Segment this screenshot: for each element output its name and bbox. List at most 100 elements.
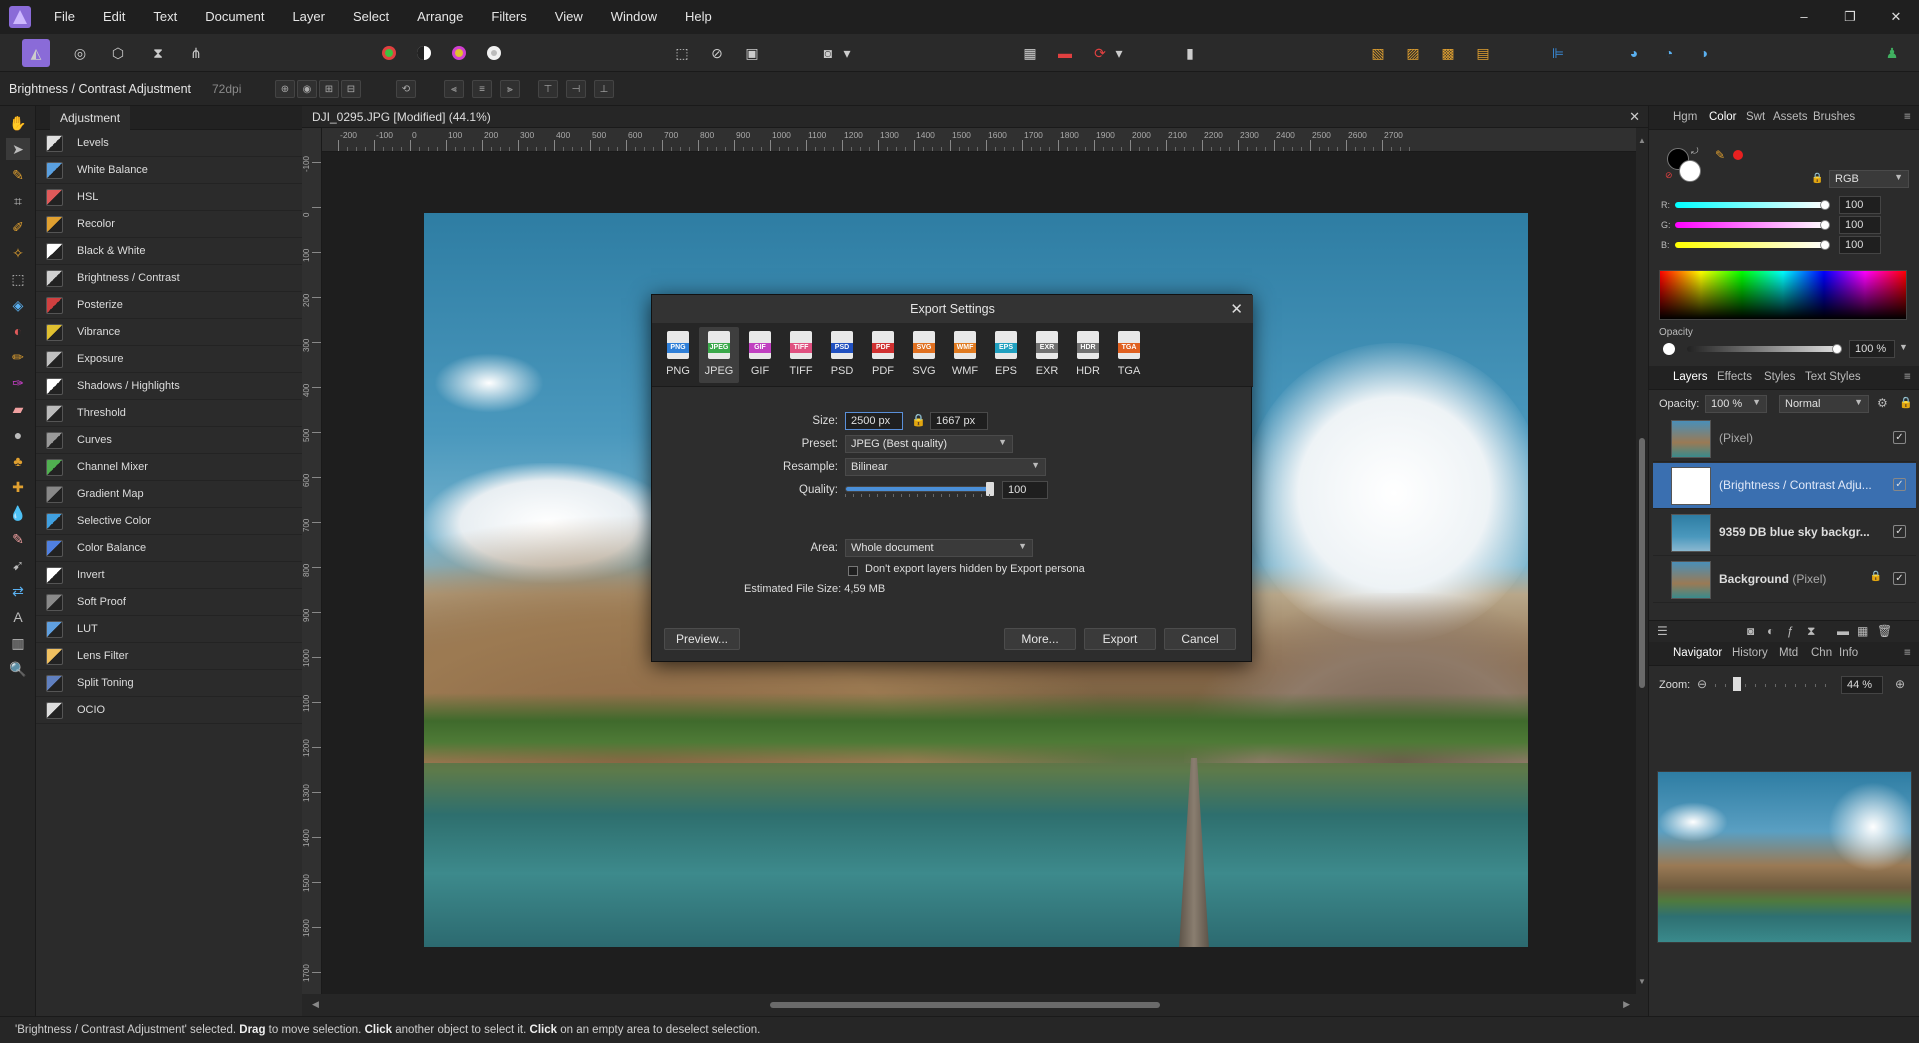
adjustment-item-selective-color[interactable]: Selective Color [36,508,302,535]
layer-lock-icon[interactable]: 🔒 [1870,571,1882,582]
paint-brush-tool-icon[interactable]: ✏ [6,346,30,368]
menu-filters[interactable]: Filters [477,0,540,34]
menu-layer[interactable]: Layer [278,0,339,34]
adjustment-item-vibrance[interactable]: Vibrance [36,319,302,346]
boolean-intersect-icon[interactable]: ◑ [1692,41,1716,65]
move-tool-icon[interactable]: ➤ [6,138,30,160]
cancel-button[interactable]: Cancel [1164,628,1236,650]
scroll-right-icon[interactable]: ▶ [1623,999,1630,1010]
blend-mode-dropdown[interactable]: Normal ▼ [1779,395,1869,413]
adjustment-item-levels[interactable]: Levels [36,130,302,157]
channel-slider-handle[interactable] [1820,200,1830,210]
shape-tool-icon[interactable]: ▥ [6,632,30,654]
tab-color[interactable]: Color [1709,111,1736,123]
layer-row[interactable]: (Pixel) ✓ [1653,416,1916,462]
horizontal-scroll-thumb[interactable] [770,1002,1160,1008]
flood-fill-tool-icon[interactable]: ◈ [6,294,30,316]
marquee-tool-icon[interactable]: ⬚ [6,268,30,290]
adjustment-item-hsl[interactable]: HSL [36,184,302,211]
pen-tool-icon[interactable]: ➹ [6,554,30,576]
liquify-persona-icon[interactable]: ◎ [68,41,92,65]
quick-mask-dropdown-icon[interactable]: ▾ [840,41,854,65]
preview-button[interactable]: Preview... [664,628,740,650]
tab-channels[interactable]: Chn [1811,647,1832,659]
align-top-icon[interactable]: ⊤ [538,80,558,98]
assistant-icon[interactable]: ▬ [1053,41,1077,65]
flood-select-tool-icon[interactable]: ✧ [6,242,30,264]
format-wmf[interactable]: WMF WMF [945,327,985,383]
layer-visibility-checkbox[interactable]: ✓ [1893,572,1906,585]
align-icon[interactable]: ⊫ [1546,41,1570,65]
erase-brush-tool-icon[interactable]: ▰ [6,398,30,420]
boolean-add-icon[interactable]: ◕ [1622,41,1646,65]
align-middle-icon[interactable]: ⊣ [566,80,586,98]
layer-settings-icon[interactable]: ⚙ [1877,396,1888,410]
swap-colors-icon[interactable]: ⤾ [1691,146,1699,157]
width-field[interactable]: 2500 px [845,412,903,430]
blur-brush-tool-icon[interactable]: 💧 [6,502,30,524]
photo-persona-icon[interactable]: ◭ [22,39,50,67]
gradient-tool-icon[interactable]: ◐ [6,320,30,342]
resample-dropdown[interactable]: Bilinear ▼ [845,458,1046,476]
scroll-down-icon[interactable]: ▼ [1638,977,1646,986]
show-bounds-icon[interactable]: ◉ [297,80,317,98]
format-eps[interactable]: EPS EPS [986,327,1026,383]
align-bottom-icon[interactable]: ⊥ [594,80,614,98]
format-tga[interactable]: TGA TGA [1109,327,1149,383]
vertical-ruler[interactable]: -100 0 100 200 300 400 500 600 700 800 900 1000 1100… [302,128,322,994]
tab-layers[interactable]: Layers [1673,371,1708,383]
menu-text[interactable]: Text [139,0,191,34]
dialog-close-icon[interactable]: ✕ [1230,300,1243,318]
align-left-icon[interactable]: ⫷ [444,80,464,98]
dodge-tool-icon[interactable]: ● [6,424,30,446]
menu-help[interactable]: Help [671,0,726,34]
navigator-thumbnail[interactable] [1657,771,1912,943]
channel-slider-handle[interactable] [1820,240,1830,250]
adjustment-layer-icon[interactable]: ◐ [1767,624,1774,638]
panel-menu-icon[interactable]: ≡ [1904,371,1911,383]
tab-adjustment[interactable]: Adjustment [50,106,131,130]
menu-arrange[interactable]: Arrange [403,0,477,34]
more-button[interactable]: More... [1004,628,1076,650]
adjustment-item-split-toning[interactable]: Split Toning [36,670,302,697]
live-filter-icon[interactable]: ⧗ [1807,624,1815,639]
auto-white-balance-icon[interactable] [482,41,506,65]
menu-select[interactable]: Select [339,0,403,34]
format-pdf[interactable]: PDF PDF [863,327,903,383]
arrange-backward-icon[interactable]: ▨ [1401,41,1425,65]
adjustment-item-curves[interactable]: Curves [36,427,302,454]
rotate-icon[interactable]: ⟲ [396,80,416,98]
vertical-scrollbar[interactable]: ▲ ▼ [1636,128,1648,994]
menu-file[interactable]: File [40,0,89,34]
format-exr[interactable]: EXR EXR [1027,327,1067,383]
layer-visibility-checkbox[interactable]: ✓ [1893,525,1906,538]
deselect-icon[interactable]: ⊘ [705,41,729,65]
tab-navigator[interactable]: Navigator [1673,647,1722,659]
layer-row[interactable]: (Brightness / Contrast Adju... ✓ [1653,463,1916,509]
marquee-selection-icon[interactable]: ⬚ [670,41,694,65]
menu-window[interactable]: Window [597,0,671,34]
adjustment-item-ocio[interactable]: OCIO [36,697,302,724]
format-tiff[interactable]: TIFF TIFF [781,327,821,383]
quality-field[interactable]: 100 [1002,481,1048,499]
channel-slider[interactable] [1675,242,1825,248]
opacity-value[interactable]: 100 % [1849,340,1895,358]
color-picker-icon[interactable]: ✎ [1715,148,1725,162]
selection-brush-tool-icon[interactable]: ✐ [6,216,30,238]
tab-swatches[interactable]: Swt [1746,111,1765,123]
adjustment-item-brightness-contrast[interactable]: Brightness / Contrast [36,265,302,292]
zoom-slider-handle[interactable] [1733,677,1741,691]
lock-aspect-icon[interactable]: 🔒 [911,413,926,427]
develop-persona-icon[interactable]: ⬡ [106,41,130,65]
grid-icon[interactable]: ▦ [1018,41,1042,65]
layer-row[interactable]: Background (Pixel) 🔒 ✓ [1653,557,1916,603]
stroke-color-swatch[interactable] [1679,160,1701,182]
opacity-slider-handle[interactable] [1832,344,1842,354]
adjustment-item-lut[interactable]: LUT [36,616,302,643]
auto-colors-icon[interactable] [447,41,471,65]
horizontal-scrollbar[interactable]: ◀ ▶ [302,994,1648,1016]
tab-styles[interactable]: Styles [1764,371,1795,383]
layer-visibility-checkbox[interactable]: ✓ [1893,478,1906,491]
format-png[interactable]: PNG PNG [658,327,698,383]
tab-info[interactable]: Info [1839,647,1858,659]
